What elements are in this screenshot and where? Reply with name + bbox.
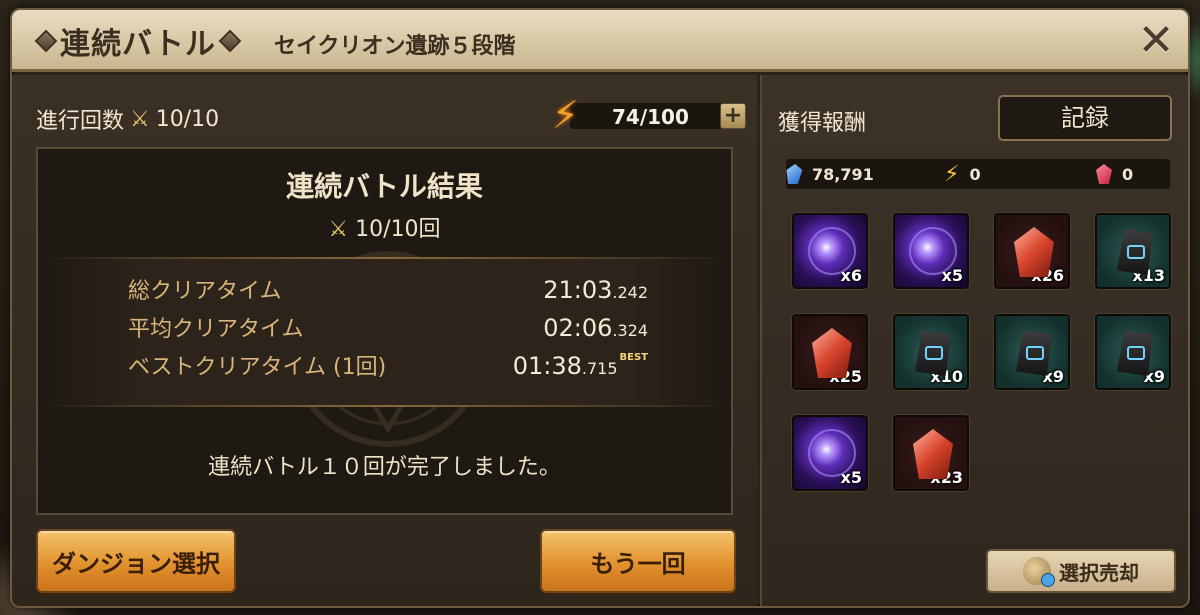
best-badge: BEST <box>619 352 648 363</box>
energy-currency: ⚡ 0 <box>944 159 981 189</box>
battle-result-panel: 進行回数 ⚔ 10/10 ⚡ 74/100 + 連続バトル結果 ⚔ 10/10回 <box>12 75 757 606</box>
stat-total-clear-time: 総クリアタイム 21:03.242 <box>128 273 648 307</box>
stat-best-clear-time: ベストクリアタイム (1回) 01:38.715BEST <box>128 349 648 383</box>
diamond-right-icon <box>218 29 242 53</box>
sell-selected-button[interactable]: 選択売却 <box>986 549 1176 593</box>
item-quantity: x26 <box>1031 266 1064 285</box>
item-quantity: x13 <box>1132 266 1165 285</box>
reward-item[interactable]: x25 <box>792 314 868 390</box>
crystal-currency: 78,791 <box>786 159 874 189</box>
rewards-title: 獲得報酬 <box>778 111 867 136</box>
lightning-icon: ⚡ <box>944 161 960 187</box>
crossed-swords-icon: ⚔ <box>130 106 150 132</box>
reward-item[interactable]: x5 <box>893 213 969 289</box>
crossed-swords-icon: ⚔ <box>328 217 349 242</box>
stat-label: ベストクリアタイム (1回) <box>128 355 387 380</box>
continuous-battle-dialog: 連続バトル セイクリオン遺跡５段階 ✕ 進行回数 ⚔ 10/10 ⚡ 74/10… <box>10 8 1190 608</box>
progress-label: 進行回数 <box>36 109 125 134</box>
result-count-value: 10/10回 <box>355 217 441 242</box>
rewards-panel: 獲得報酬 記録 78,791 ⚡ 0 0 x6 x5 x26 x13 x25 x… <box>760 75 1188 606</box>
item-quantity: x6 <box>840 266 862 285</box>
item-quantity: x9 <box>1143 367 1165 386</box>
diamond-left-icon <box>34 29 58 53</box>
progress-value: 10/10 <box>155 106 220 132</box>
stat-value-ms: .242 <box>612 283 648 302</box>
stat-value: 21:03.242 <box>543 276 648 304</box>
item-quantity: x25 <box>829 367 862 386</box>
item-quantity: x10 <box>930 367 963 386</box>
item-quantity: x5 <box>840 468 862 487</box>
energy-amount: 0 <box>969 164 981 184</box>
add-energy-button[interactable]: + <box>720 103 746 129</box>
completion-message: 連続バトル１０回が完了しました。 <box>208 455 561 480</box>
stat-label: 総クリアタイム <box>128 279 282 304</box>
currency-bar: 78,791 ⚡ 0 0 <box>786 159 1170 189</box>
clear-time-stats: 総クリアタイム 21:03.242 平均クリアタイム 02:06.324 ベスト… <box>38 257 731 407</box>
stat-value-ms: .324 <box>612 321 648 340</box>
reward-item[interactable]: x9 <box>994 314 1070 390</box>
stat-average-clear-time: 平均クリアタイム 02:06.324 <box>128 311 648 345</box>
result-box: 連続バトル結果 ⚔ 10/10回 総クリアタイム 21:03.242 平均クリア… <box>36 147 733 515</box>
reward-item[interactable]: x6 <box>792 213 868 289</box>
stat-value-main: 21:03 <box>543 276 613 304</box>
lightning-icon: ⚡ <box>552 93 579 137</box>
dungeon-name: セイクリオン遺跡５段階 <box>274 34 516 59</box>
dialog-title: 連続バトル <box>34 22 242 62</box>
sell-selected-label: 選択売却 <box>1059 560 1139 585</box>
reward-item[interactable]: x23 <box>893 415 969 491</box>
once-more-button[interactable]: もう一回 <box>540 529 736 593</box>
reward-item[interactable]: x13 <box>1095 213 1171 289</box>
close-button[interactable]: ✕ <box>1136 15 1176 66</box>
item-quantity: x5 <box>941 266 963 285</box>
stat-value: 01:38.715BEST <box>513 352 648 380</box>
records-button[interactable]: 記録 <box>998 95 1172 141</box>
title-bar: 連続バトル セイクリオン遺跡５段階 ✕ <box>12 10 1188 72</box>
stat-value-ms: .715 <box>581 359 618 378</box>
reward-item[interactable]: x26 <box>994 213 1070 289</box>
item-quantity: x9 <box>1042 367 1064 386</box>
energy-meter: ⚡ 74/100 + <box>552 93 746 137</box>
money-bag-icon <box>1023 557 1055 587</box>
result-title: 連続バトル結果 <box>286 170 483 203</box>
reward-item[interactable]: x9 <box>1095 314 1171 390</box>
red-gem-currency: 0 <box>1096 159 1133 189</box>
stat-value: 02:06.324 <box>543 314 648 342</box>
progress-count: 進行回数 ⚔ 10/10 <box>36 103 219 135</box>
red-gem-icon <box>1096 164 1112 184</box>
result-count: ⚔ 10/10回 <box>38 211 731 243</box>
reward-item[interactable]: x5 <box>792 415 868 491</box>
title-text: 連続バトル <box>60 27 216 62</box>
stat-value-main: 02:06 <box>543 314 613 342</box>
energy-value: 74/100 <box>612 105 689 129</box>
reward-item[interactable]: x10 <box>893 314 969 390</box>
dungeon-select-button[interactable]: ダンジョン選択 <box>36 529 236 593</box>
close-icon: ✕ <box>1137 14 1175 66</box>
stat-label: 平均クリアタイム <box>128 317 304 342</box>
red-gem-amount: 0 <box>1122 164 1134 184</box>
item-quantity: x23 <box>930 468 963 487</box>
stat-value-main: 01:38 <box>512 352 582 380</box>
blue-crystal-icon <box>785 164 803 184</box>
crystal-amount: 78,791 <box>812 164 874 184</box>
